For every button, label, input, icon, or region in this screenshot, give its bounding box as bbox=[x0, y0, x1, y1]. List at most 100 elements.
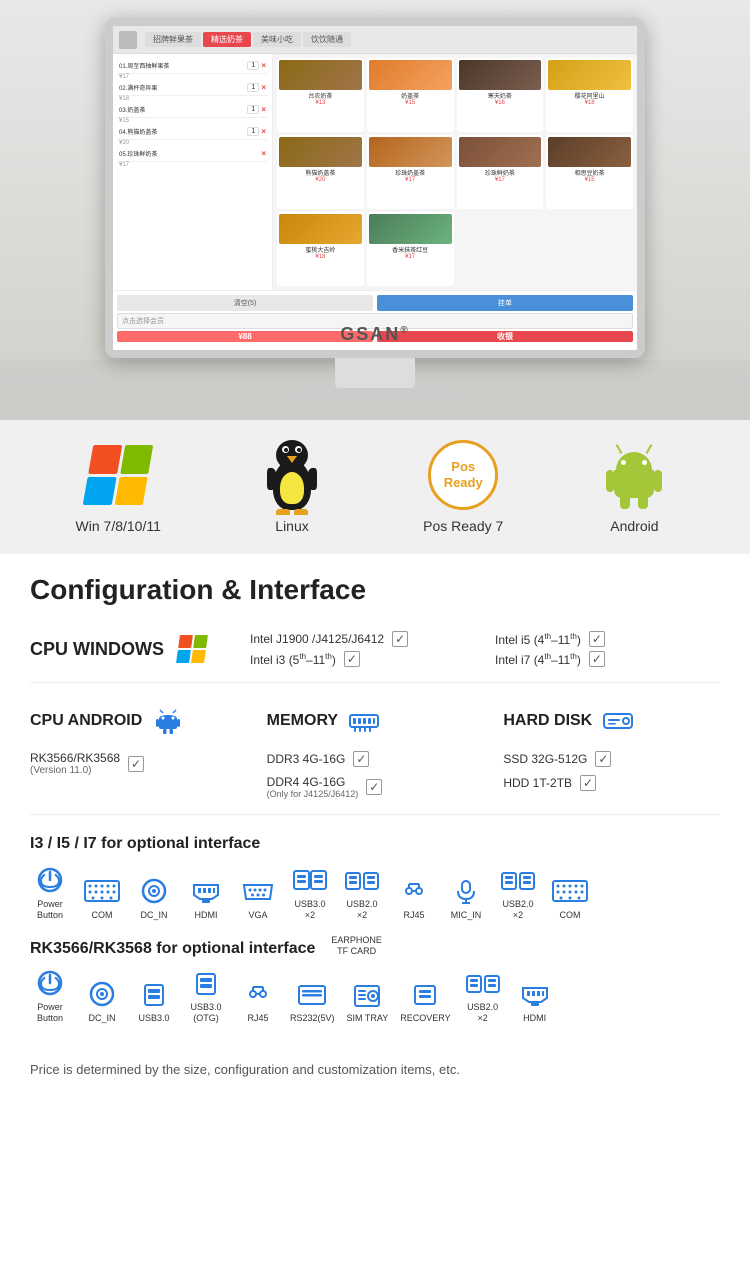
os-label-windows: Win 7/8/10/11 bbox=[76, 518, 161, 534]
iface-dcin-i3: DC_IN bbox=[134, 876, 174, 921]
cashier-button[interactable]: 收银 bbox=[377, 331, 633, 342]
penguin-eye-right bbox=[295, 446, 302, 453]
rj45-label-i3: RJ45 bbox=[403, 910, 424, 921]
memory-header: MEMORY bbox=[267, 703, 484, 739]
penguin-head bbox=[276, 440, 308, 470]
hdd-spec: HDD 1T-2TB ✓ bbox=[503, 775, 720, 791]
clear-button[interactable]: 清空(5) bbox=[117, 295, 373, 311]
product-4[interactable]: 樱花阿里山¥18 bbox=[546, 58, 633, 132]
windows-icon bbox=[78, 440, 158, 510]
product-5[interactable]: 熊猫奶盖茶¥20 bbox=[277, 135, 364, 209]
product-10[interactable]: 香米抹茶红豆¥17 bbox=[367, 212, 454, 286]
win-q1 bbox=[88, 445, 122, 474]
rk-interface-header: RK3566/RK3568 for optional interface EAR… bbox=[30, 935, 720, 958]
check-i7: ✓ bbox=[589, 651, 605, 667]
penguin-belly bbox=[280, 472, 304, 504]
product-6[interactable]: 珍珠奶盖茶¥17 bbox=[367, 135, 454, 209]
iface-com-2-i3: COM bbox=[550, 876, 590, 921]
tab-3[interactable]: 美味小吃 bbox=[253, 32, 301, 47]
hdmi-icon-i3 bbox=[188, 876, 224, 906]
android-antenna-left bbox=[616, 444, 623, 454]
monitor-screen: 招牌鲜果茶 精选奶茶 美味小吃 饮饮随通 01.周至西柚鲜果茶 1 × bbox=[113, 26, 637, 350]
hard-disk-label: HARD DISK bbox=[503, 712, 592, 730]
linux-penguin bbox=[265, 440, 320, 510]
iface-power-btn-i3: PowerButton bbox=[30, 865, 70, 921]
android-leg-right bbox=[638, 497, 648, 509]
hard-disk-spec-icon bbox=[600, 703, 636, 739]
screen-tabs: 招牌鲜果茶 精选奶茶 美味小吃 饮饮随通 bbox=[145, 32, 631, 47]
memory-spec-icon bbox=[346, 703, 382, 739]
check-rk: ✓ bbox=[128, 756, 144, 772]
tab-4[interactable]: 饮饮随通 bbox=[303, 32, 351, 47]
check-ssd: ✓ bbox=[595, 751, 611, 767]
total-amount: ¥88 bbox=[117, 331, 373, 342]
iface-rj45-i3: RJ45 bbox=[394, 876, 434, 921]
product-1[interactable]: 台农奶茶¥13 bbox=[277, 58, 364, 132]
dcin-icon-i3 bbox=[136, 876, 172, 906]
i3-interface-icons: PowerButton bbox=[30, 865, 720, 921]
i3-interface-section: I3 / I5 / I7 for optional interface Powe… bbox=[30, 835, 720, 921]
hang-button[interactable]: 挂单 bbox=[377, 295, 633, 311]
penguin-pupil-left bbox=[284, 448, 288, 452]
micin-label-i3: MIC_IN bbox=[451, 910, 482, 921]
android-eye-left bbox=[621, 460, 626, 465]
rj45-icon-rk bbox=[240, 979, 276, 1009]
hdmi-label-i3: HDMI bbox=[195, 910, 218, 921]
android-leg-left bbox=[620, 497, 630, 509]
order-item-5: 05.珍珠鲜奶茶 × bbox=[117, 146, 268, 162]
penguin-pupil-right bbox=[297, 448, 301, 452]
product-3[interactable]: 寒天奶茶¥16 bbox=[457, 58, 544, 132]
usb2-x2-2-label-i3: USB2.0×2 bbox=[502, 899, 533, 921]
cpu-windows-label-area: CPU WINDOWS bbox=[30, 631, 230, 667]
android-arm-left bbox=[606, 470, 614, 492]
rs232-icon-rk bbox=[294, 979, 330, 1009]
bottom-row-1: 清空(5) 挂单 bbox=[117, 295, 633, 311]
linux-icon bbox=[252, 440, 332, 510]
os-label-linux: Linux bbox=[275, 518, 308, 534]
micin-icon-i3 bbox=[448, 876, 484, 906]
product-2[interactable]: 奶盖茶¥15 bbox=[367, 58, 454, 132]
rk-spec: RK3566/RK3568 (Version 11.0) ✓ bbox=[30, 751, 247, 776]
tab-1[interactable]: 招牌鲜果茶 bbox=[145, 32, 201, 47]
vga-label-i3: VGA bbox=[248, 910, 267, 921]
usb2-x2-2-icon-i3 bbox=[500, 865, 536, 895]
tab-2[interactable]: 精选奶茶 bbox=[203, 32, 251, 47]
os-item-posready: PosReady Pos Ready 7 bbox=[423, 440, 503, 534]
hard-disk-header: HARD DISK bbox=[503, 703, 720, 739]
product-7[interactable]: 珍珠鲜奶茶¥17 bbox=[457, 135, 544, 209]
screen-right-panel: 台农奶茶¥13 奶盖茶¥15 寒天奶茶¥16 樱花阿里山¥18 bbox=[273, 54, 637, 290]
penguin-foot-left bbox=[276, 509, 290, 515]
win-q4 bbox=[114, 477, 148, 506]
memory-col: MEMORY bbox=[267, 703, 484, 799]
product-8[interactable]: 相思豆奶茶¥15 bbox=[546, 135, 633, 209]
iface-usb3-x2-i3: USB3.0×2 bbox=[290, 865, 330, 921]
win-q2 bbox=[120, 445, 154, 474]
iface-rj45-rk: RJ45 bbox=[238, 979, 278, 1024]
iface-dcin-rk: DC_IN bbox=[82, 979, 122, 1024]
iface-micin-i3: MIC_IN bbox=[446, 876, 486, 921]
config-section: Configuration & Interface CPU WINDOWS bbox=[0, 554, 750, 1050]
usb2-x2-label-rk: USB2.0×2 bbox=[467, 1002, 498, 1024]
check-ddr3: ✓ bbox=[353, 751, 369, 767]
cpu-windows-block: CPU WINDOWS Intel J1900 /J4125/J6412 ✓ bbox=[30, 631, 720, 683]
com-icon-1-i3 bbox=[84, 876, 120, 906]
os-label-android: Android bbox=[610, 518, 658, 534]
memory-label: MEMORY bbox=[267, 712, 338, 730]
menu-icon[interactable] bbox=[119, 31, 137, 49]
dcin-icon-rk bbox=[84, 979, 120, 1009]
rk-interface-title: RK3566/RK3568 for optional interface bbox=[30, 940, 315, 958]
os-section: Win 7/8/10/11 bbox=[0, 420, 750, 554]
product-9[interactable]: 蜜桃大吉岭¥18 bbox=[277, 212, 364, 286]
three-col-row: CPU ANDROID bbox=[30, 703, 720, 799]
android-eyes bbox=[621, 460, 647, 465]
usb3-icon-rk bbox=[136, 979, 172, 1009]
iface-power-btn-rk: PowerButton bbox=[30, 968, 70, 1024]
cpu-android-col: CPU ANDROID bbox=[30, 703, 247, 776]
cpu-android-label: CPU ANDROID bbox=[30, 712, 142, 730]
iface-usb2-x2-2-i3: USB2.0×2 bbox=[498, 865, 538, 921]
dcin-label-i3: DC_IN bbox=[140, 910, 167, 921]
usb3-otg-label-rk: USB3.0(OTG) bbox=[190, 1002, 221, 1024]
hdmi-icon-rk bbox=[517, 979, 553, 1009]
iface-usb2-x2-i3: USB2.0×2 bbox=[342, 865, 382, 921]
iface-recovery-rk: RECOVERY bbox=[400, 979, 450, 1024]
